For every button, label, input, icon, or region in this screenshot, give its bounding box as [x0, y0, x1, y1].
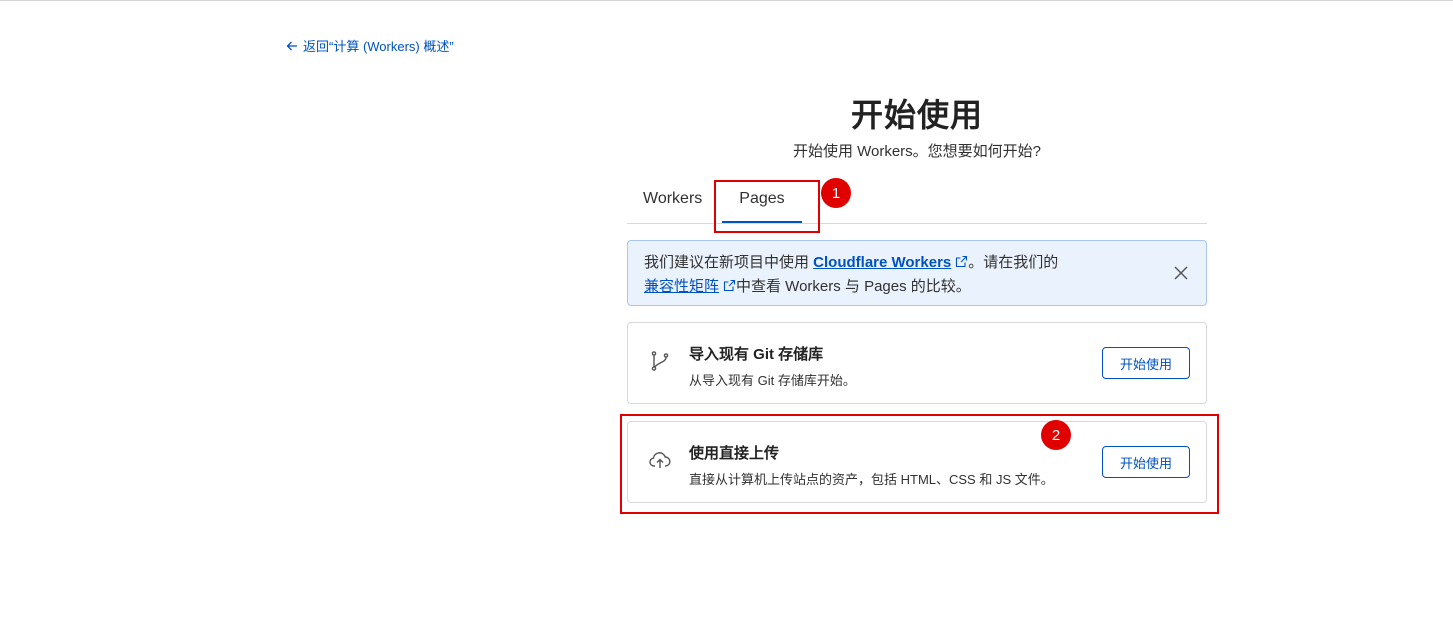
annotation-box-1	[714, 180, 820, 233]
arrow-left-icon	[286, 41, 297, 50]
page-subtitle: 开始使用 Workers。您想要如何开始?	[792, 143, 1042, 160]
option-title: 导入现有 Git 存储库	[689, 346, 824, 363]
banner-text-1: 我们建议在新项目中使用	[644, 254, 814, 271]
back-to-compute-overview-link[interactable]: 返回“计算 (Workers) 概述”	[285, 36, 454, 55]
back-link-label: 返回“计算 (Workers) 概述”	[303, 39, 454, 54]
external-link-icon	[723, 279, 736, 292]
annotation-badge-2: 2	[1041, 420, 1071, 450]
top-divider	[0, 0, 1453, 1]
option-description: 从导入现有 Git 存储库开始。	[689, 373, 856, 388]
banner-text-3: 中查看 Workers 与 Pages 的比较。	[736, 278, 971, 295]
git-branch-icon	[651, 351, 669, 371]
recommendation-banner: 我们建议在新项目中使用 Cloudflare Workers 。请在我们的兼容性矩…	[627, 240, 1207, 306]
annotation-box-2	[620, 414, 1219, 514]
external-link-icon	[956, 255, 968, 268]
annotation-badge-1: 1	[821, 178, 851, 208]
compatibility-matrix-link[interactable]: 兼容性矩阵	[644, 278, 719, 295]
get-started-import-git-button[interactable]: 开始使用	[1102, 347, 1190, 379]
banner-text-2: 。请在我们的	[968, 254, 1059, 271]
close-icon[interactable]	[1172, 264, 1190, 282]
tab-workers[interactable]: Workers	[627, 176, 718, 222]
cloudflare-workers-link[interactable]: Cloudflare Workers	[813, 254, 951, 271]
option-card-import-git: 导入现有 Git 存储库 从导入现有 Git 存储库开始。 开始使用	[627, 322, 1207, 404]
page-title: 开始使用	[850, 97, 983, 133]
